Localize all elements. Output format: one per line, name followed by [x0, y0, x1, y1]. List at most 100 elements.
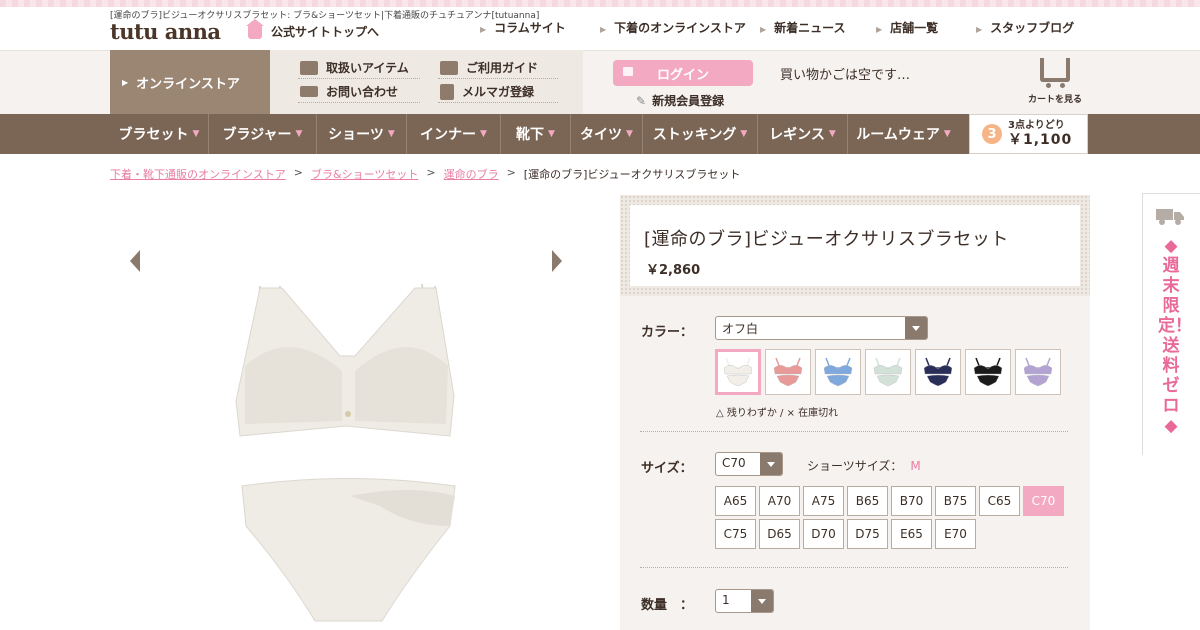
chevron-down-icon [905, 317, 927, 339]
mail-icon [300, 86, 318, 97]
document-icon [440, 83, 454, 100]
title-box: [運命のブラ]ビジューオクサリスブラセット ￥2,860 [620, 195, 1090, 296]
guide-link[interactable]: ご利用ガイド [440, 59, 538, 76]
top-nav-shops[interactable]: ▶ 店舗一覧 [876, 19, 938, 36]
size-button[interactable]: B65 [847, 486, 888, 516]
divider [438, 78, 558, 79]
product-image [235, 283, 456, 622]
promo-banner[interactable]: 3 3点よりどり ￥1,100 [969, 114, 1088, 154]
cart-icon [1040, 58, 1070, 88]
swatch-thumbnail [970, 352, 1006, 392]
swatch-thumbnail [720, 352, 756, 392]
triangle-icon: ▶ [976, 25, 983, 34]
size-label: サイズ： [641, 461, 693, 476]
chevron-down-icon: ▼ [387, 129, 395, 139]
swatch-thumbnail [920, 352, 956, 392]
items-link[interactable]: 取扱いアイテム [300, 59, 409, 76]
size-button[interactable]: D75 [847, 519, 888, 549]
chevron-down-icon: ▼ [480, 129, 487, 139]
size-button[interactable]: C75 [715, 519, 756, 549]
divider [438, 102, 558, 103]
size-select[interactable]: C70 [715, 452, 783, 476]
promo-number: 3 [982, 124, 1002, 144]
breadcrumb-category[interactable]: ブラ&ショーツセット [311, 166, 418, 182]
size-button[interactable]: A70 [759, 486, 800, 516]
breadcrumb-series[interactable]: 運命のブラ [444, 166, 499, 182]
size-button[interactable]: A65 [715, 486, 756, 516]
size-button[interactable]: D70 [803, 519, 844, 549]
breadcrumb-home[interactable]: 下着・靴下通販のオンラインストア [110, 166, 286, 182]
category-bra-set[interactable]: ブラセット ▼ [110, 114, 209, 154]
swatch[interactable] [915, 349, 961, 395]
category-nav: ブラセット ▼ ブラジャー ▼ ショーツ ▼ インナー ▼ 靴下 ▼ タイツ ▼ ストッキン… [110, 114, 959, 154]
color-select[interactable]: オフ白 [715, 316, 928, 340]
chevron-down-icon: ▼ [828, 129, 836, 139]
swatch[interactable] [765, 349, 811, 395]
swatch[interactable] [965, 349, 1011, 395]
chevron-down-icon: ▼ [626, 129, 633, 139]
truck-icon [1156, 209, 1184, 225]
size-button[interactable]: E65 [891, 519, 932, 549]
quantity-select[interactable]: 1 [715, 589, 774, 613]
bijou-ornament [345, 411, 351, 417]
divider [298, 78, 420, 79]
divider [640, 431, 1068, 432]
category-tights[interactable]: タイツ ▼ [571, 114, 643, 154]
breadcrumb-separator: > [506, 166, 516, 179]
next-image-arrow[interactable] [552, 250, 562, 272]
swatch[interactable] [715, 349, 761, 395]
login-button[interactable]: ログイン [613, 60, 753, 86]
size-button[interactable]: E70 [935, 519, 976, 549]
swatch-thumbnail [770, 352, 806, 392]
register-link[interactable]: ✎ 新規会員登録 [636, 92, 724, 109]
cart-status: 買い物かごは空です… [780, 68, 911, 83]
swatch[interactable] [815, 349, 861, 395]
home-link[interactable]: 公式サイトトップへ [246, 18, 380, 40]
swatch[interactable] [865, 349, 911, 395]
promo-text: 3点よりどり ￥1,100 [1008, 119, 1073, 148]
size-button-selected[interactable]: C70 [1023, 486, 1064, 516]
triangle-icon: ▶ [600, 25, 607, 34]
top-nav-blog[interactable]: ▶ スタッフブログ [976, 19, 1074, 36]
triangle-icon: ▶ [760, 25, 767, 34]
category-inner[interactable]: インナー ▼ [407, 114, 501, 154]
top-nav-column[interactable]: ▶ コラムサイト [480, 19, 566, 36]
size-button[interactable]: A75 [803, 486, 844, 516]
top-stripe [0, 0, 1200, 7]
swatch[interactable] [1015, 349, 1061, 395]
category-stockings[interactable]: ストッキング ▼ [643, 114, 758, 154]
newsletter-link[interactable]: メルマガ登録 [440, 83, 534, 100]
swatch-thumbnail [1020, 352, 1056, 392]
divider [640, 567, 1068, 568]
top-nav-store[interactable]: ▶ 下着のオンラインストア [600, 19, 746, 36]
chevron-down-icon: ▼ [740, 129, 748, 139]
category-leggings[interactable]: レギンス ▼ [758, 114, 848, 154]
size-buttons: A65 A70 A75 B65 B70 B75 C65 C70 C75 D65 … [715, 486, 1075, 549]
size-button[interactable]: D65 [759, 519, 800, 549]
online-store-tab[interactable]: ▶ オンラインストア [110, 50, 284, 114]
category-roomwear[interactable]: ルームウェア ▼ [848, 114, 959, 154]
breadcrumb-current: [運命のブラ]ビジューオクサリスブラセット [523, 168, 741, 181]
title-inner: [運命のブラ]ビジューオクサリスブラセット ￥2,860 [630, 205, 1080, 286]
lock-icon [623, 67, 633, 76]
top-nav-news[interactable]: ▶ 新着ニュース [760, 19, 846, 36]
swatch-thumbnail [870, 352, 906, 392]
category-bra[interactable]: ブラジャー ▼ [209, 114, 317, 154]
cart-button[interactable]: カートを見る [1025, 58, 1085, 105]
contact-link[interactable]: お問い合わせ [300, 83, 398, 100]
size-button[interactable]: B75 [935, 486, 976, 516]
triangle-icon: ▶ [122, 77, 129, 87]
triangle-icon: ▶ [876, 25, 883, 34]
side-banner-text: ◆週末限定！送料ゼロ◆ [1158, 236, 1192, 436]
category-shorts[interactable]: ショーツ ▼ [317, 114, 407, 154]
pencil-icon: ✎ [636, 93, 647, 108]
prev-image-arrow[interactable] [130, 250, 140, 272]
quantity-label: 数量 ： [641, 598, 694, 613]
chevron-down-icon: ▼ [192, 129, 200, 139]
category-socks[interactable]: 靴下 ▼ [501, 114, 571, 154]
size-button[interactable]: C65 [979, 486, 1020, 516]
home-link-label: 公式サイトトップへ [271, 25, 380, 39]
breadcrumb-separator: > [293, 166, 303, 179]
logo[interactable]: tutu anna [110, 19, 221, 44]
size-button[interactable]: B70 [891, 486, 932, 516]
